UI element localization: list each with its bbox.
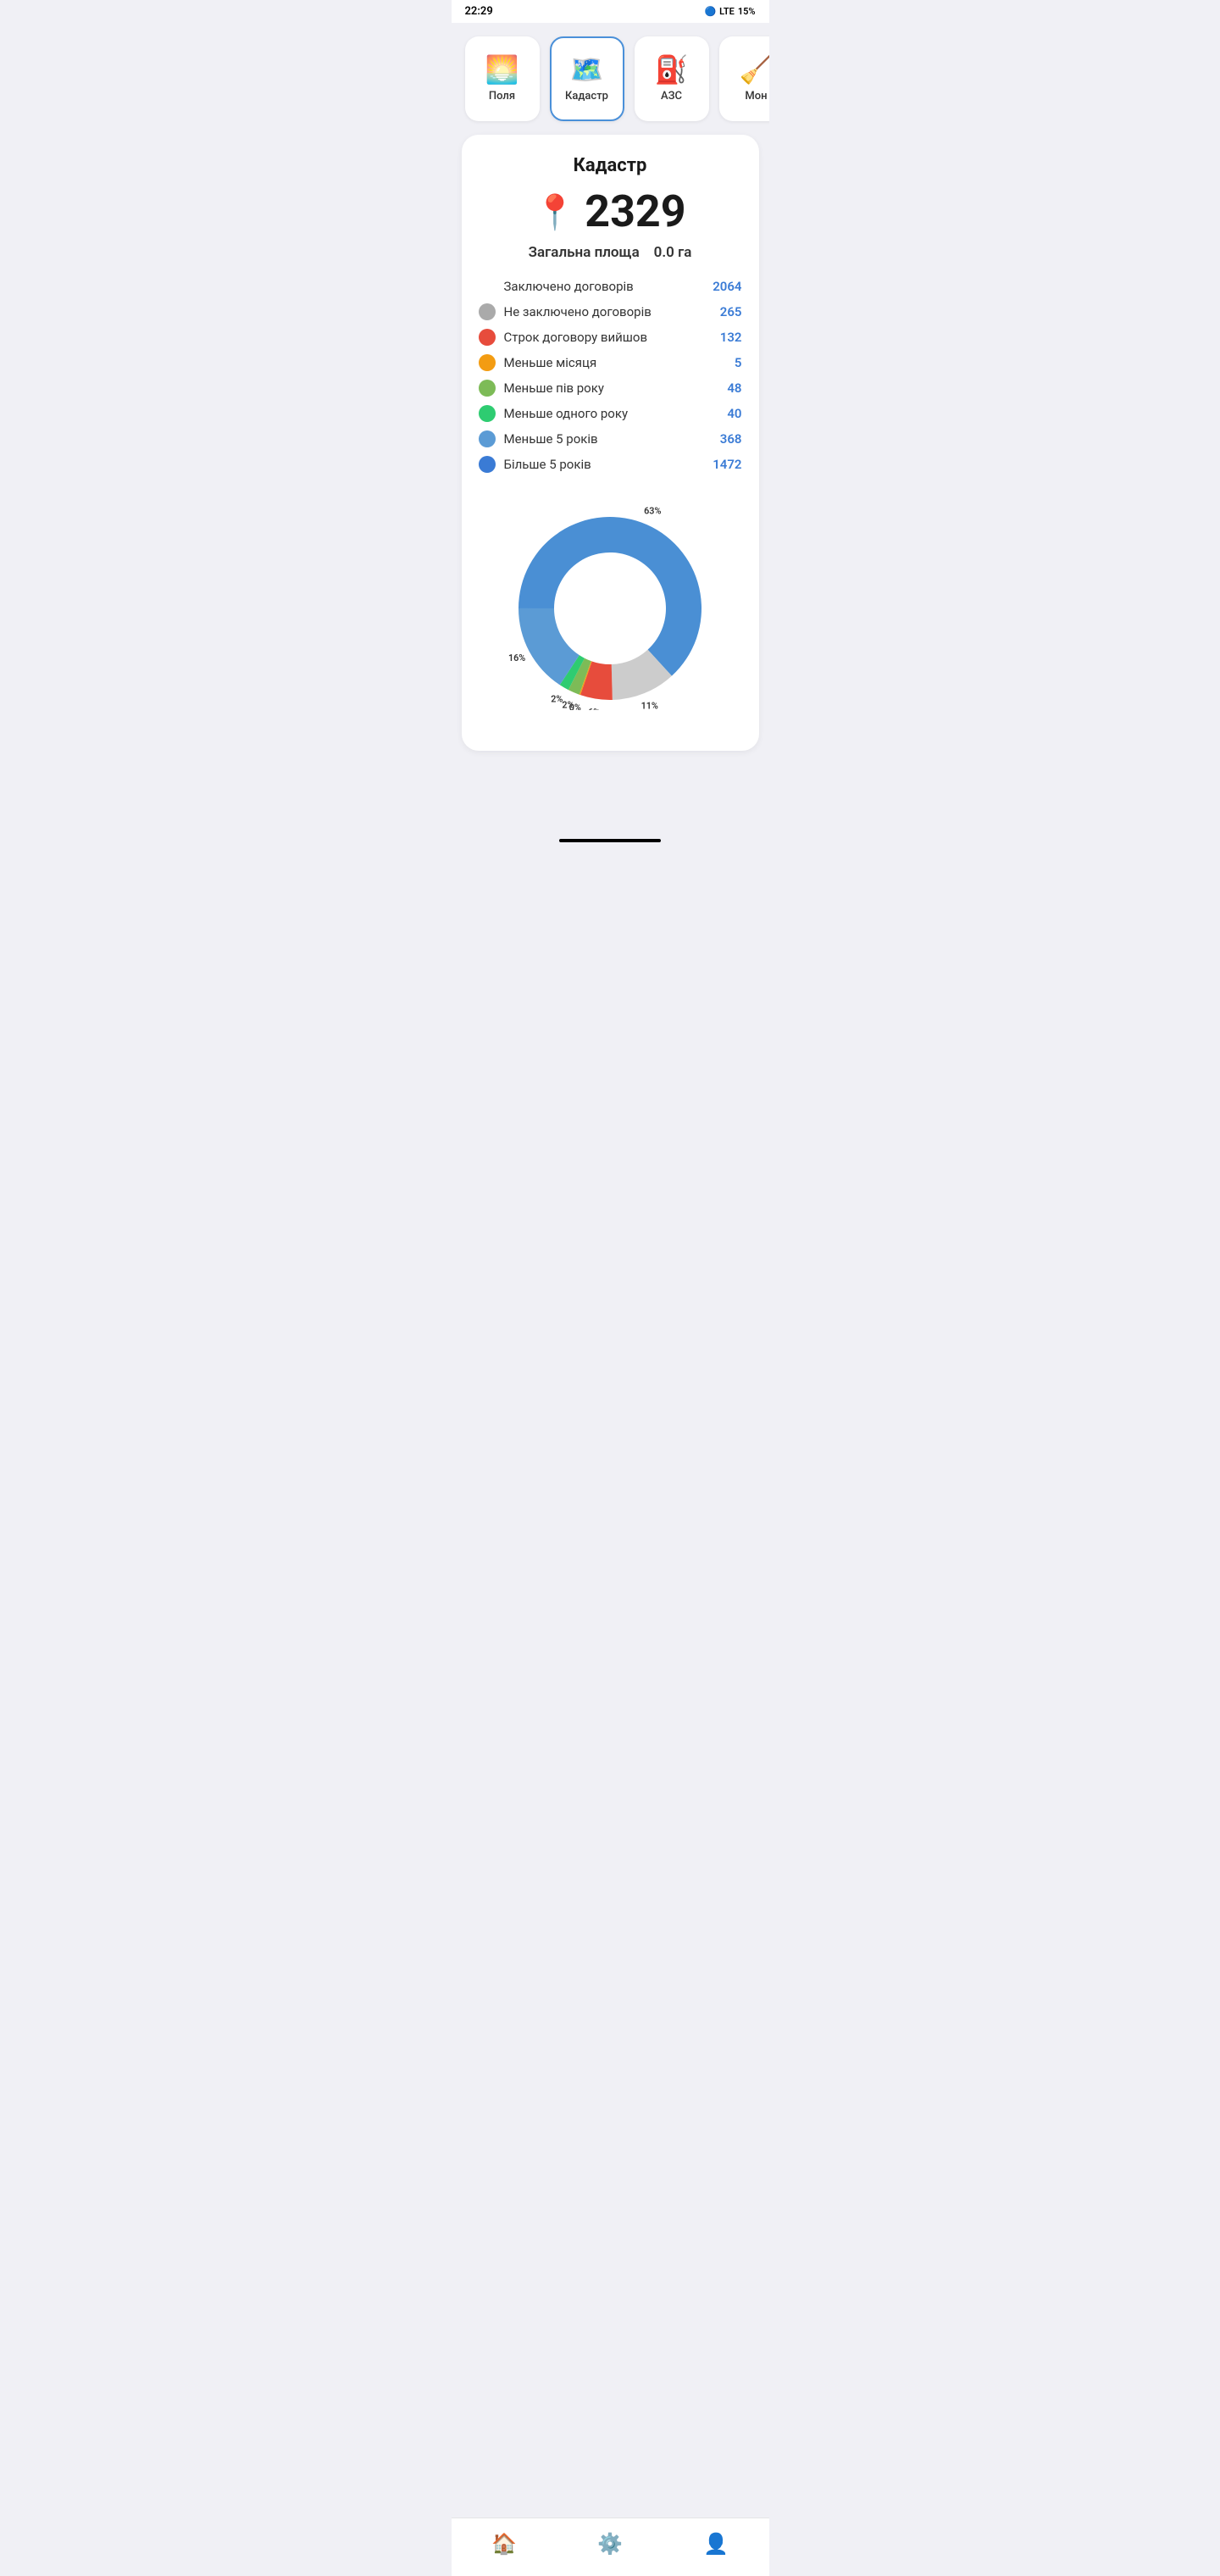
main-card: Кадастр 📍 2329 Загальна площа 0.0 га Зак… bbox=[462, 135, 759, 751]
settings-icon: ⚙️ bbox=[597, 2532, 623, 2556]
stat-row-2: Строк договору вийшов 132 bbox=[479, 329, 742, 346]
stat-dot-3 bbox=[479, 354, 496, 371]
menu-card-fields[interactable]: 🌅 Поля bbox=[465, 36, 540, 121]
stat-label-7: Більше 5 років bbox=[504, 457, 705, 472]
status-bar: 22:29 🔵 LTE 15% bbox=[452, 0, 769, 23]
stat-dot-2 bbox=[479, 329, 496, 346]
stat-row-1: Не заключено договорів 265 bbox=[479, 303, 742, 320]
stat-row-6: Меньше 5 років 368 bbox=[479, 430, 742, 447]
stat-value-0[interactable]: 2064 bbox=[713, 279, 741, 294]
status-time: 22:29 bbox=[465, 5, 493, 18]
chart-label-4: 2% bbox=[562, 699, 574, 710]
card-title: Кадастр bbox=[479, 155, 742, 176]
fields-icon: 🌅 bbox=[485, 56, 519, 83]
nav-settings[interactable]: ⚙️ bbox=[580, 2529, 640, 2559]
stat-dot-1 bbox=[479, 303, 496, 320]
stat-value-6[interactable]: 368 bbox=[720, 431, 742, 447]
stat-label-3: Меньше місяця bbox=[504, 355, 726, 370]
stat-dot-5 bbox=[479, 405, 496, 422]
time-display: 22:29 bbox=[465, 5, 493, 18]
menu-card-gas[interactable]: ⛽ АЗС bbox=[635, 36, 709, 121]
cadastre-label: Кадастр bbox=[565, 90, 608, 103]
chart-label-6: 16% bbox=[508, 652, 525, 663]
stat-value-2[interactable]: 132 bbox=[720, 330, 742, 345]
chart-label-5: 2% bbox=[551, 694, 563, 705]
stat-dot-0 bbox=[479, 278, 496, 295]
total-area-label: Загальна площа bbox=[529, 244, 640, 261]
battery-indicator: 15% bbox=[738, 6, 756, 17]
total-area-value: 0.0 га bbox=[654, 244, 692, 261]
donut-chart-container: 63%11%6%0%2%2%16% bbox=[479, 490, 742, 727]
cadastre-icon: 🗺️ bbox=[570, 56, 604, 83]
stat-dot-7 bbox=[479, 456, 496, 473]
stat-label-6: Меньше 5 років bbox=[504, 431, 712, 447]
stat-value-1[interactable]: 265 bbox=[720, 304, 742, 319]
stat-row-7: Більше 5 років 1472 bbox=[479, 456, 742, 473]
stats-list: Заключено договорів2064Не заключено дого… bbox=[479, 278, 742, 473]
stat-label-4: Меньше пів року bbox=[504, 380, 719, 396]
profile-icon: 👤 bbox=[703, 2532, 729, 2556]
chart-label-2: 6% bbox=[588, 707, 600, 710]
bluetooth-icon: 🔵 bbox=[704, 6, 716, 17]
cadastre-icon: 📍 bbox=[534, 192, 576, 232]
gas-label: АЗС bbox=[661, 90, 682, 103]
stat-label-1: Не заключено договорів bbox=[504, 304, 712, 319]
chart-label-1: 11% bbox=[641, 701, 658, 710]
menu-card-cadastre[interactable]: 🗺️ Кадастр bbox=[550, 36, 624, 121]
donut-chart: 63%11%6%0%2%2%16% bbox=[508, 507, 712, 710]
stat-value-5[interactable]: 40 bbox=[727, 406, 741, 421]
stat-label-2: Строк договору вийшов bbox=[504, 330, 712, 345]
stat-value-7[interactable]: 1472 bbox=[713, 457, 741, 472]
stat-value-4[interactable]: 48 bbox=[727, 380, 741, 396]
stat-row-4: Меньше пів року 48 bbox=[479, 380, 742, 397]
stat-dot-4 bbox=[479, 380, 496, 397]
mop-label: Мон bbox=[745, 90, 767, 103]
total-count: 2329 bbox=[585, 190, 685, 234]
home-icon: 🏠 bbox=[491, 2532, 517, 2556]
nav-profile[interactable]: 👤 bbox=[686, 2529, 746, 2559]
donut-center bbox=[555, 553, 665, 663]
stat-label-0: Заключено договорів bbox=[504, 279, 705, 294]
stat-dot-6 bbox=[479, 430, 496, 447]
chart-label-0: 63% bbox=[644, 507, 661, 517]
stat-row-0: Заключено договорів 2064 bbox=[479, 278, 742, 295]
total-area-row: Загальна площа 0.0 га bbox=[479, 244, 742, 261]
gas-icon: ⛽ bbox=[655, 56, 689, 83]
status-indicators: 🔵 LTE 15% bbox=[704, 6, 755, 17]
stat-value-3[interactable]: 5 bbox=[735, 355, 742, 370]
home-bar bbox=[559, 839, 661, 842]
stat-row-5: Меньше одного року 40 bbox=[479, 405, 742, 422]
top-menu: 🌅 Поля 🗺️ Кадастр ⛽ АЗС 🧹 Мон bbox=[452, 23, 769, 135]
bottom-nav: 🏠 ⚙️ 👤 bbox=[452, 2518, 769, 2576]
count-row: 📍 2329 bbox=[479, 190, 742, 234]
mop-icon: 🧹 bbox=[740, 56, 769, 83]
signal-strength: LTE bbox=[719, 6, 735, 17]
stat-row-3: Меньше місяця 5 bbox=[479, 354, 742, 371]
stat-label-5: Меньше одного року bbox=[504, 406, 719, 421]
fields-label: Поля bbox=[489, 90, 515, 103]
nav-home[interactable]: 🏠 bbox=[474, 2529, 534, 2559]
menu-card-mop[interactable]: 🧹 Мон bbox=[719, 36, 769, 121]
